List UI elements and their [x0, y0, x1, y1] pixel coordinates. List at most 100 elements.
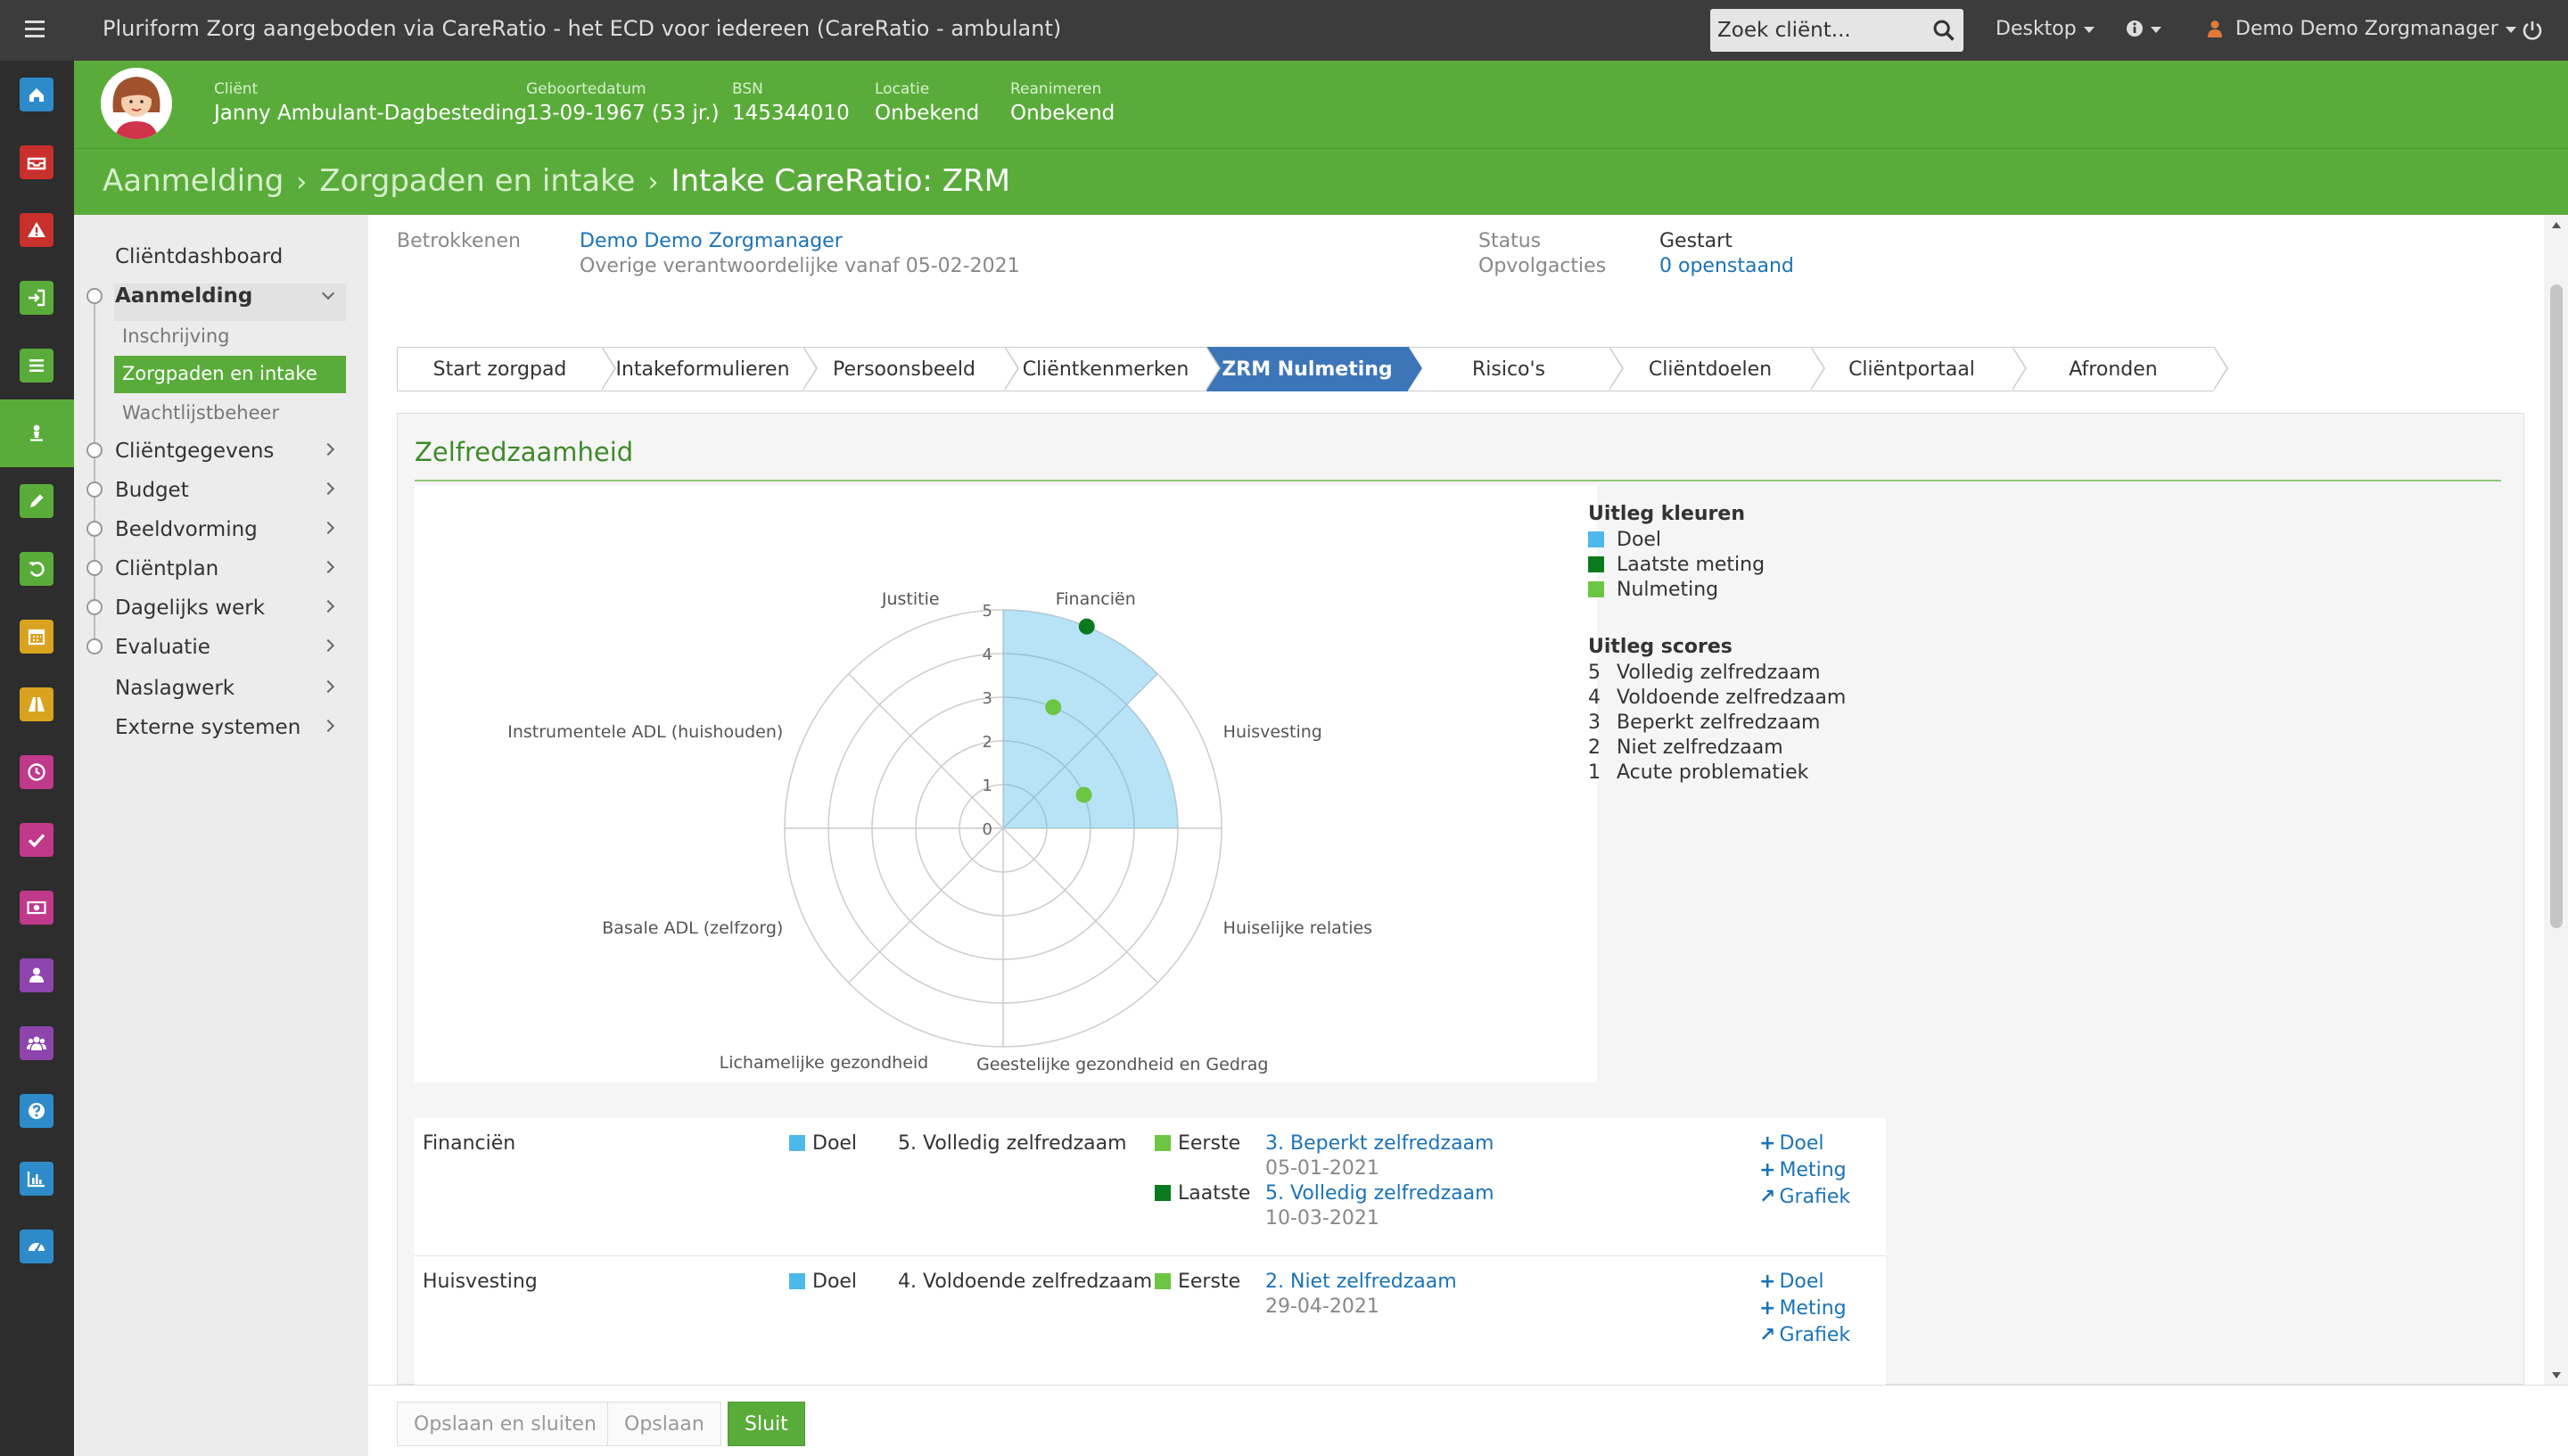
scroll-down-icon[interactable] — [2552, 1372, 2561, 1378]
step-arrow — [2213, 347, 2226, 390]
legend: Uitleg kleuren Doel Laatste meting Nulmeti… — [1588, 503, 1846, 786]
step-6[interactable]: Cliëntdoelen — [1609, 347, 1811, 391]
step-4[interactable]: ZRM Nulmeting — [1206, 347, 1408, 391]
rail-item-warning[interactable] — [0, 196, 74, 264]
nav-externe-systemen[interactable]: Externe systemen — [115, 716, 300, 739]
grafiek-button[interactable]: ↗ Grafiek — [1759, 1324, 1850, 1346]
grid-spoke — [848, 673, 1004, 829]
step-1[interactable]: Intakeformulieren — [602, 347, 803, 391]
rail-item-person[interactable] — [0, 942, 74, 1009]
info-menu[interactable] — [2126, 18, 2161, 40]
step-2[interactable]: Persoonsbeeld — [803, 347, 1005, 391]
step-label: Persoonsbeeld — [833, 358, 975, 381]
legend-score-label: Voldoende zelfredzaam — [1617, 687, 1847, 709]
status-value: Gestart — [1659, 230, 1733, 252]
rail-item-money[interactable] — [0, 874, 74, 942]
desktop-label: Desktop — [1996, 18, 2077, 40]
step-arrow — [1206, 347, 1219, 390]
nav-clientgegevens[interactable]: Cliëntgegevens — [115, 440, 274, 463]
field-label: Geboortedatum — [526, 80, 646, 98]
nav-inschrijving[interactable]: Inschrijving — [122, 325, 230, 347]
field-label: Cliënt — [214, 80, 259, 98]
nav-aanmelding[interactable]: Aanmelding — [115, 284, 252, 308]
search-input[interactable] — [1710, 9, 1924, 52]
plus-icon: + — [1759, 1271, 1776, 1293]
close-button[interactable]: Sluit — [728, 1402, 805, 1446]
betrokkenen-link[interactable]: Demo Demo Zorgmanager — [580, 230, 843, 252]
rail-item-check[interactable] — [0, 806, 74, 874]
step-8[interactable]: Afronden — [2012, 347, 2214, 391]
rail-item-help[interactable] — [0, 1077, 74, 1145]
nav-beeldvorming[interactable]: Beeldvorming — [115, 518, 258, 541]
plus-icon: + — [1759, 1297, 1776, 1320]
scrollbar[interactable] — [2544, 215, 2568, 1385]
rail-item-calendar[interactable] — [0, 603, 74, 670]
save-and-close-button[interactable]: Opslaan en sluiten — [397, 1402, 613, 1446]
step-0[interactable]: Start zorgpad — [397, 347, 602, 391]
rail-item-inbox[interactable] — [0, 128, 74, 196]
rail-item-list[interactable] — [0, 332, 74, 399]
legend-scores-title: Uitleg scores — [1588, 636, 1733, 658]
breadcrumb-aanmelding[interactable]: Aanmelding — [103, 163, 284, 199]
nav-evaluatie[interactable]: Evaluatie — [115, 636, 210, 659]
zelfredzaamheid-panel: Zelfredzaamheid 0 1 2 3 4 5 Financiën Huisvesti… — [397, 413, 2524, 1394]
nav-wachtlijstbeheer[interactable]: Wachtlijstbeheer — [122, 402, 279, 424]
nav-naslagwerk[interactable]: Naslagwerk — [115, 677, 235, 700]
undo-icon — [20, 552, 54, 586]
user-menu[interactable]: Demo Demo Zorgmanager — [2208, 18, 2516, 40]
rail-item-bar-chart[interactable] — [0, 1145, 74, 1213]
power-icon[interactable] — [2522, 20, 2543, 41]
doel-swatch — [789, 1135, 805, 1151]
opvolgacties-link[interactable]: 0 openstaand — [1659, 255, 1794, 277]
measurement-link[interactable]: 5. Volledig zelfredzaam — [1265, 1182, 1494, 1205]
rail-item-sign-in[interactable] — [0, 264, 74, 332]
nav-dagelijks-werk[interactable]: Dagelijks werk — [115, 596, 265, 620]
add-meting-button[interactable]: + Meting — [1759, 1159, 1847, 1181]
birthdate-field: Geboortedatum 13-09-1967 (53 jr.) — [526, 80, 720, 125]
nav-clientdashboard[interactable]: Cliëntdashboard — [115, 245, 283, 268]
menu-icon[interactable] — [25, 16, 48, 45]
legend-color-item: Laatste meting — [1588, 554, 1846, 579]
step-7[interactable]: Cliëntportaal — [1811, 347, 2012, 391]
rail-item-clock[interactable] — [0, 738, 74, 806]
scroll-up-icon[interactable] — [2552, 222, 2561, 228]
doel-swatch — [789, 1273, 805, 1289]
step-arrow — [1407, 347, 1420, 390]
radial-tick-label: 5 — [983, 602, 992, 621]
inbox-icon — [20, 145, 54, 179]
save-button[interactable]: Opslaan — [607, 1402, 721, 1446]
breadcrumb-zorgpaden[interactable]: Zorgpaden en intake — [319, 163, 635, 199]
rail-item-home[interactable] — [0, 61, 74, 128]
scroll-thumb[interactable] — [2550, 284, 2563, 928]
grafiek-button[interactable]: ↗ Grafiek — [1759, 1186, 1850, 1208]
add-doel-button[interactable]: + Doel — [1759, 1271, 1824, 1293]
user-name: Demo Demo Zorgmanager — [2235, 18, 2498, 40]
desktop-menu[interactable]: Desktop — [1996, 18, 2095, 40]
rail-item-undo[interactable] — [0, 535, 74, 603]
add-meting-button[interactable]: + Meting — [1759, 1297, 1847, 1320]
measurement-label-text: Laatste — [1178, 1182, 1251, 1205]
group-icon — [20, 1026, 54, 1060]
rail-item-dashboard[interactable] — [0, 1213, 74, 1280]
step-3[interactable]: Cliëntkenmerken — [1005, 347, 1206, 391]
legend-score-item: 4 Voldoende zelfredzaam — [1588, 687, 1846, 712]
nav-budget[interactable]: Budget — [115, 479, 189, 502]
rail-item-group[interactable] — [0, 1009, 74, 1077]
measurement-link[interactable]: 3. Beperkt zelfredzaam — [1265, 1132, 1494, 1155]
category-label: Justitie — [881, 589, 940, 609]
page-title: Intake CareRatio: ZRM — [671, 163, 1010, 199]
legend-score-item: 1 Acute problematiek — [1588, 761, 1846, 786]
category-label: Basale ADL (zelfzorg) — [602, 918, 783, 938]
nav-zorgpaden-en-intake[interactable]: Zorgpaden en intake — [114, 356, 346, 393]
add-doel-button[interactable]: + Doel — [1759, 1132, 1824, 1155]
step-5[interactable]: Risico's — [1408, 347, 1609, 391]
bar-chart-icon — [20, 1162, 54, 1196]
rail-item-pencil[interactable] — [0, 467, 74, 535]
rail-item-user-pin[interactable] — [0, 399, 74, 467]
measurement-link[interactable]: 2. Niet zelfredzaam — [1265, 1271, 1457, 1293]
nav-clientplan[interactable]: Cliëntplan — [115, 557, 218, 580]
action-label: Doel — [1779, 1132, 1824, 1155]
search-icon[interactable] — [1931, 18, 1956, 43]
legend-color-item: Nulmeting — [1588, 579, 1846, 604]
rail-item-road[interactable] — [0, 670, 74, 738]
